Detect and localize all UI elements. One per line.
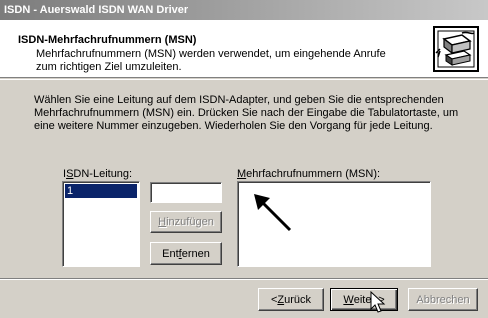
footer-divider-highlight [0, 279, 488, 280]
isdn-line-label: ISDN-Leitung: [63, 168, 133, 180]
back-button[interactable]: < Zurück [258, 288, 324, 311]
pointer-arrow [254, 194, 292, 232]
mouse-cursor-icon [370, 291, 386, 313]
isdn-line-listbox[interactable]: 1 [62, 181, 140, 267]
msn-input[interactable] [150, 182, 222, 203]
list-item[interactable]: 1 [65, 184, 137, 198]
header-subtitle: Mehrfachrufnummern (MSN) werden verwende… [36, 48, 386, 73]
wizard-header: ISDN-Mehrfachrufnummern (MSN) Mehrfachru… [0, 20, 488, 78]
window-title: ISDN - Auerswald ISDN WAN Driver [4, 4, 189, 16]
remove-button[interactable]: Ent f ernen [150, 242, 222, 265]
add-button[interactable]: Hinzufügen [150, 211, 222, 233]
wizard-window: ISDN - Auerswald ISDN WAN Driver ISDN-Me… [0, 0, 488, 318]
instruction-text: Wählen Sie eine Leitung auf dem ISDN-Ada… [34, 94, 459, 132]
next-button[interactable]: Weiter > [330, 288, 398, 311]
isdn-network-icon [433, 26, 479, 72]
header-divider [0, 79, 488, 80]
cancel-button[interactable]: Abbrechen [408, 288, 478, 311]
header-title: ISDN-Mehrfachrufnummern (MSN) [18, 34, 197, 46]
msn-list-label: Mehrfachrufnummern (MSN): [237, 168, 381, 180]
title-bar[interactable]: ISDN - Auerswald ISDN WAN Driver [0, 0, 488, 20]
